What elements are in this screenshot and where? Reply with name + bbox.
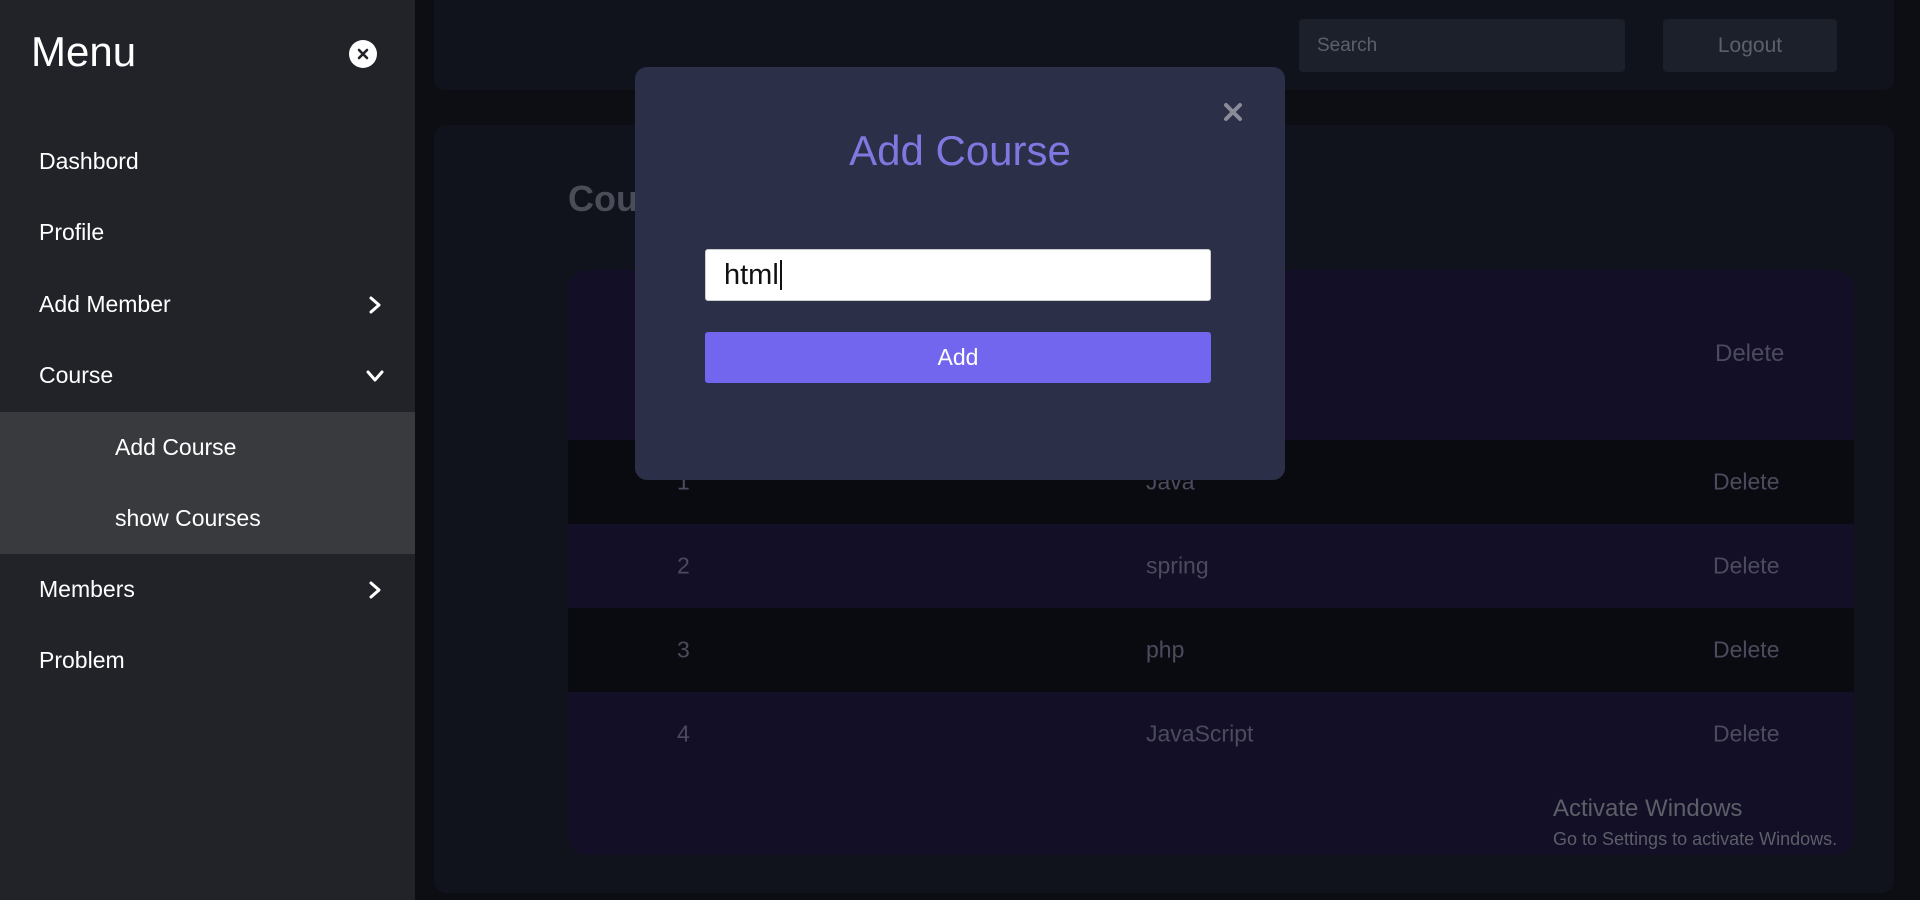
add-button[interactable]: Add	[705, 332, 1211, 383]
header-delete-label: Delete	[1715, 340, 1785, 367]
submenu-item-label: show Courses	[115, 505, 261, 531]
delete-button[interactable]: Delete	[1713, 469, 1779, 496]
delete-button[interactable]: Delete	[1713, 721, 1779, 748]
activation-watermark: Activate Windows Go to Settings to activ…	[1553, 795, 1837, 850]
search-placeholder: Search	[1317, 34, 1378, 56]
row-name: JavaScript	[1146, 720, 1254, 747]
submenu-item-add-course[interactable]: Add Course	[0, 412, 415, 483]
table-row: 3 php Delete	[568, 608, 1854, 692]
sidebar-item-dashboard[interactable]: Dashbord	[0, 126, 415, 197]
chevron-down-icon	[366, 370, 384, 381]
delete-button[interactable]: Delete	[1713, 553, 1779, 580]
course-name-value: html	[724, 258, 779, 291]
submenu-item-label: Add Course	[115, 434, 237, 460]
menu-title: Menu	[31, 28, 137, 75]
logout-button[interactable]: Logout	[1663, 19, 1837, 72]
delete-button[interactable]: Delete	[1713, 637, 1779, 664]
course-submenu: Add Course show Courses	[0, 412, 415, 554]
chevron-right-icon	[369, 581, 381, 598]
row-id: 4	[677, 720, 690, 747]
watermark-subtitle: Go to Settings to activate Windows.	[1553, 829, 1838, 849]
watermark-title: Activate Windows	[1553, 795, 1743, 822]
submenu-item-show-courses[interactable]: show Courses	[0, 483, 415, 554]
sidebar-item-label: Problem	[39, 647, 125, 673]
table-row: 4 JavaScript Delete	[568, 692, 1854, 776]
sidebar-item-label: Members	[39, 576, 135, 602]
text-caret	[779, 260, 782, 290]
modal-title: Add Course	[849, 127, 1071, 174]
row-id: 3	[677, 636, 690, 663]
sidebar: Menu Dashbord Profile Add Member Course …	[0, 0, 415, 900]
sidebar-item-label: Dashbord	[39, 148, 139, 174]
chevron-right-icon	[369, 296, 381, 313]
table-row: 2 spring Delete	[568, 524, 1854, 608]
modal-close-icon[interactable]	[1220, 99, 1246, 125]
page-title: Cou	[568, 178, 638, 219]
row-name: spring	[1146, 552, 1209, 579]
add-course-modal: Add Course html Add	[635, 67, 1285, 480]
menu-close-icon[interactable]	[349, 40, 377, 68]
search-input[interactable]: Search	[1299, 19, 1625, 72]
course-name-input[interactable]: html	[705, 249, 1211, 301]
sidebar-item-label: Profile	[39, 219, 105, 245]
sidebar-item-members[interactable]: Members	[0, 554, 415, 625]
sidebar-item-course[interactable]: Course	[0, 340, 415, 411]
sidebar-item-problem[interactable]: Problem	[0, 625, 415, 696]
sidebar-item-profile[interactable]: Profile	[0, 197, 415, 268]
row-id: 2	[677, 552, 690, 579]
sidebar-item-label: Add Member	[39, 291, 171, 317]
row-name: php	[1146, 636, 1185, 663]
sidebar-item-add-member[interactable]: Add Member	[0, 269, 415, 340]
sidebar-item-label: Course	[39, 362, 114, 388]
